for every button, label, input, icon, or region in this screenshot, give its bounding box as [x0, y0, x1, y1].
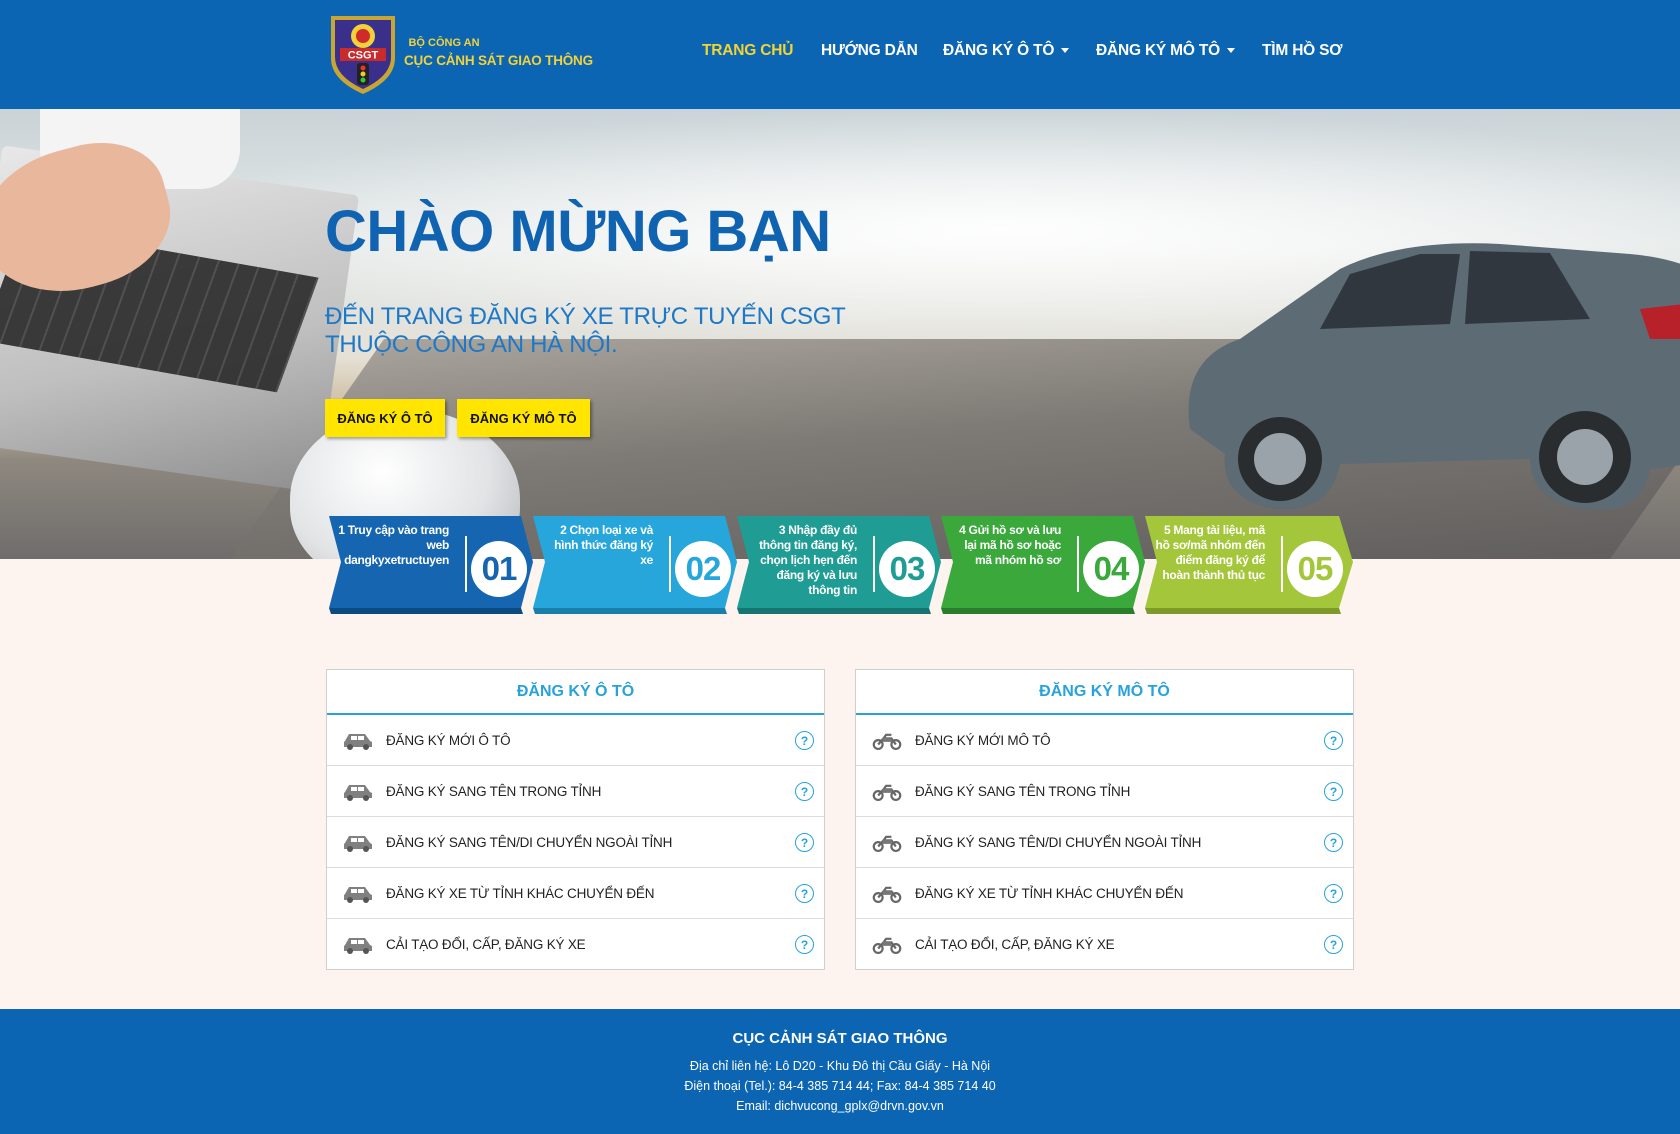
step-2: 2 Chọn loại xe và hình thức đăng ký xe 0…: [529, 512, 739, 614]
list-item[interactable]: CẢI TẠO ĐỔI, CẤP, ĐĂNG KÝ XE ?: [327, 919, 824, 970]
nav-label: HƯỚNG DẪN: [821, 42, 918, 59]
list-item-label: ĐĂNG KÝ XE TỪ TỈNH KHÁC CHUYỂN ĐẾN: [915, 885, 1184, 901]
panel-title: ĐĂNG KÝ Ô TÔ: [327, 670, 824, 715]
car-icon: [344, 734, 372, 750]
nav-huong-dan[interactable]: HƯỚNG DẪN: [821, 42, 918, 60]
list-item[interactable]: ĐĂNG KÝ MỚI MÔ TÔ ?: [856, 715, 1353, 766]
moto-registration-panel: ĐĂNG KÝ MÔ TÔ ĐĂNG KÝ MỚI MÔ TÔ ? ĐĂNG K…: [855, 669, 1354, 970]
car-image: [1188, 243, 1680, 509]
motorcycle-icon: [872, 835, 902, 853]
footer-address: Địa chỉ liên hệ: Lô D20 - Khu Đô thị Cầu…: [689, 1059, 991, 1073]
step-text: 3 Nhập đầy đủ thông tin đăng ký, chọn lị…: [759, 523, 857, 597]
car-icon: [344, 836, 372, 852]
nav-trang-chu[interactable]: TRANG CHỦ: [702, 42, 793, 60]
step-4: 4 Gửi hồ sơ và lưu lại mã hồ sơ hoặc mã …: [937, 512, 1147, 614]
footer-title: CỤC CẢNH SÁT GIAO THÔNG: [732, 1030, 948, 1047]
step-1: 1 Truy cập vào trang web dangkyxetructuy…: [325, 512, 535, 614]
list-item-label: ĐĂNG KÝ MỚI MÔ TÔ: [915, 732, 1051, 748]
list-item[interactable]: ĐĂNG KÝ SANG TÊN/DI CHUYỂN NGOÀI TỈNH ?: [327, 817, 824, 868]
process-steps: 1 Truy cập vào trang web dangkyxetructuy…: [325, 512, 1355, 616]
footer-email: Email: dichvucong_gplx@drvn.gov.vn: [736, 1099, 944, 1113]
help-icon[interactable]: ?: [1324, 884, 1343, 903]
step-3: 3 Nhập đầy đủ thông tin đăng ký, chọn lị…: [733, 512, 943, 614]
list-item[interactable]: ĐĂNG KÝ MỚI Ô TÔ ?: [327, 715, 824, 766]
hero-register-car-button[interactable]: ĐĂNG KÝ Ô TÔ: [325, 399, 445, 437]
motorcycle-icon: [872, 733, 902, 751]
help-icon[interactable]: ?: [795, 884, 814, 903]
org-line-1: BỘ CÔNG AN: [408, 37, 480, 49]
step-5: 5 Mang tài liệu, mã hồ sơ/mã nhóm đến đi…: [1141, 512, 1353, 614]
step-text: 2 Chọn loại xe và hình thức đăng ký xe: [554, 523, 653, 567]
hero-register-moto-button[interactable]: ĐĂNG KÝ MÔ TÔ: [457, 399, 590, 437]
help-icon[interactable]: ?: [1324, 782, 1343, 801]
step-text: 1 Truy cập vào trang web dangkyxetructuy…: [338, 523, 449, 567]
site-header: CSGT BỘ CÔNG AN CỤC CẢNH SÁT GIAO THÔNG …: [0, 0, 1680, 109]
nav-dang-ky-o-to[interactable]: ĐĂNG KÝ Ô TÔ: [943, 42, 1070, 60]
list-item-label: ĐĂNG KÝ SANG TÊN TRONG TỈNH: [386, 783, 602, 799]
site-footer: CỤC CẢNH SÁT GIAO THÔNG Địa chỉ liên hệ:…: [0, 1009, 1680, 1134]
help-icon[interactable]: ?: [1324, 731, 1343, 750]
hero-banner: CHÀO MỪNG BẠN ĐẾN TRANG ĐĂNG KÝ XE TRỰC …: [0, 109, 1680, 559]
help-icon[interactable]: ?: [795, 731, 814, 750]
list-item[interactable]: ĐĂNG KÝ SANG TÊN TRONG TỈNH ?: [327, 766, 824, 817]
step-divider: [1281, 536, 1283, 592]
step-divider: [1077, 536, 1079, 592]
list-item-label: CẢI TẠO ĐỔI, CẤP, ĐĂNG KÝ XE: [386, 937, 586, 952]
help-icon[interactable]: ?: [795, 833, 814, 852]
step-divider: [873, 536, 875, 592]
hero-subtitle-line-2: THUỘC CÔNG AN HÀ NỘI.: [325, 331, 618, 358]
car-icon: [344, 938, 372, 954]
csgt-logo[interactable]: CSGT: [325, 10, 401, 96]
list-item[interactable]: CẢI TẠO ĐỔI, CẤP, ĐĂNG KÝ XE ?: [856, 919, 1353, 970]
motorcycle-icon: [872, 784, 902, 802]
list-item-label: ĐĂNG KÝ SANG TÊN TRONG TỈNH: [915, 783, 1131, 799]
nav-label: TÌM HỒ SƠ: [1262, 42, 1343, 59]
car-icon: [344, 785, 372, 801]
nav-label: ĐĂNG KÝ MÔ TÔ: [1096, 42, 1220, 59]
step-text: 4 Gửi hồ sơ và lưu lại mã hồ sơ hoặc mã …: [959, 523, 1061, 567]
help-icon[interactable]: ?: [795, 782, 814, 801]
list-item-label: ĐĂNG KÝ XE TỪ TỈNH KHÁC CHUYỂN ĐẾN: [386, 885, 655, 901]
step-number: 03: [879, 541, 935, 597]
footer-phone: Điện thoại (Tel.): 84-4 385 714 44; Fax:…: [684, 1079, 996, 1093]
step-number: 04: [1083, 541, 1139, 597]
list-item[interactable]: ĐĂNG KÝ XE TỪ TỈNH KHÁC CHUYỂN ĐẾN ?: [327, 868, 824, 919]
list-item-label: ĐĂNG KÝ SANG TÊN/DI CHUYỂN NGOÀI TỈNH: [386, 834, 673, 850]
list-item[interactable]: ĐĂNG KÝ SANG TÊN TRONG TỈNH ?: [856, 766, 1353, 817]
list-item[interactable]: ĐĂNG KÝ XE TỪ TỈNH KHÁC CHUYỂN ĐẾN ?: [856, 868, 1353, 919]
list-item-label: ĐĂNG KÝ SANG TÊN/DI CHUYỂN NGOÀI TỈNH: [915, 834, 1202, 850]
car-registration-panel: ĐĂNG KÝ Ô TÔ ĐĂNG KÝ MỚI Ô TÔ ? ĐĂNG KÝ …: [326, 669, 825, 970]
caret-down-icon: [1226, 48, 1235, 54]
nav-dang-ky-mo-to[interactable]: ĐĂNG KÝ MÔ TÔ: [1096, 42, 1235, 60]
list-item[interactable]: ĐĂNG KÝ SANG TÊN/DI CHUYỂN NGOÀI TỈNH ?: [856, 817, 1353, 868]
help-icon[interactable]: ?: [795, 935, 814, 954]
help-icon[interactable]: ?: [1324, 833, 1343, 852]
org-line-2: CỤC CẢNH SÁT GIAO THÔNG: [404, 53, 593, 68]
hero-subtitle: ĐẾN TRANG ĐĂNG KÝ XE TRỰC TUYẾN CSGT THU…: [325, 303, 846, 359]
nav-label: TRANG CHỦ: [702, 42, 794, 59]
hero-subtitle-line-1: ĐẾN TRANG ĐĂNG KÝ XE TRỰC TUYẾN CSGT: [325, 303, 846, 330]
hero-title: CHÀO MỪNG BẠN: [325, 199, 831, 264]
nav-tim-ho-so[interactable]: TÌM HỒ SƠ: [1262, 42, 1343, 60]
logo-badge-text: CSGT: [348, 50, 379, 62]
motorcycle-icon: [872, 886, 902, 904]
car-icon: [344, 887, 372, 903]
help-icon[interactable]: ?: [1324, 935, 1343, 954]
step-number: 05: [1287, 541, 1343, 597]
step-divider: [465, 536, 467, 592]
step-divider: [669, 536, 671, 592]
motorcycle-icon: [872, 937, 902, 955]
caret-down-icon: [1061, 48, 1070, 54]
org-name: BỘ CÔNG AN CỤC CẢNH SÁT GIAO THÔNG: [404, 34, 593, 70]
step-number: 01: [471, 541, 527, 597]
panel-title: ĐĂNG KÝ MÔ TÔ: [856, 670, 1353, 715]
step-text: 5 Mang tài liệu, mã hồ sơ/mã nhóm đến đi…: [1155, 523, 1266, 582]
nav-label: ĐĂNG KÝ Ô TÔ: [943, 42, 1055, 59]
list-item-label: ĐĂNG KÝ MỚI Ô TÔ: [386, 732, 511, 748]
list-item-label: CẢI TẠO ĐỔI, CẤP, ĐĂNG KÝ XE: [915, 937, 1115, 952]
step-number: 02: [675, 541, 731, 597]
